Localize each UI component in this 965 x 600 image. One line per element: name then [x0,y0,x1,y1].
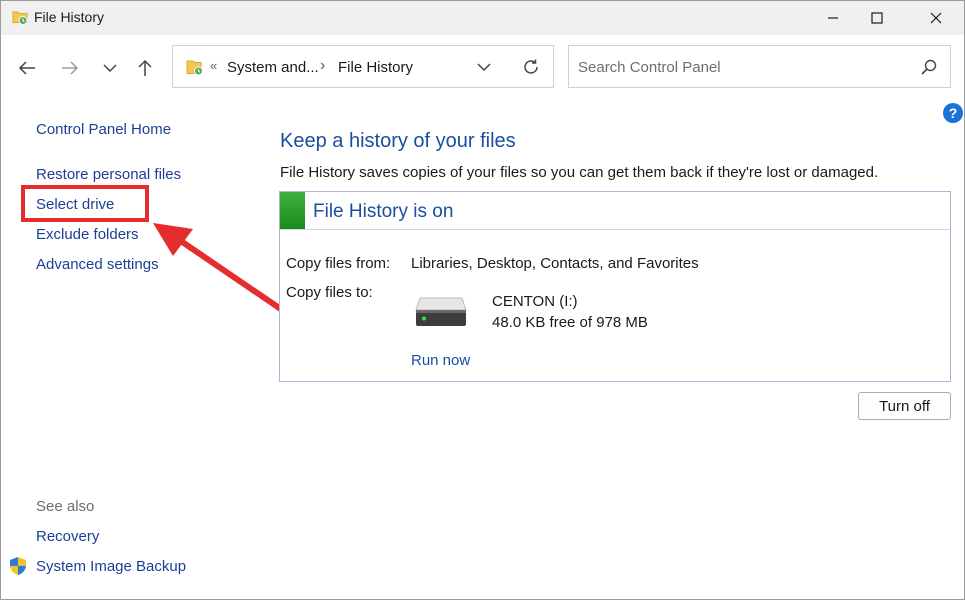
search-input[interactable]: Search Control Panel [568,45,951,88]
drive-icon [415,297,467,326]
close-icon [930,12,942,24]
page-description: File History saves copies of your files … [280,164,879,181]
status-indicator [280,192,305,229]
status-text: File History is on [313,201,454,222]
sidebar-item-restore-personal-files[interactable]: Restore personal files [36,166,181,183]
forward-arrow-icon [62,61,79,75]
copy-to-label: Copy files to: [286,284,373,301]
search-icon[interactable] [921,59,937,75]
breadcrumb-system[interactable]: System and... [227,59,319,76]
minimize-button[interactable] [810,1,856,35]
run-now-link[interactable]: Run now [411,352,470,369]
chevron-down-icon [103,64,117,73]
copy-from-label: Copy files from: [286,255,391,272]
sidebar-control-panel-home[interactable]: Control Panel Home [36,121,171,138]
see-also-heading: See also [36,498,95,515]
window-title: File History [34,9,105,25]
uac-shield-icon [10,557,26,575]
address-dropdown-icon[interactable] [476,60,492,74]
file-history-status-panel: File History is on Copy files from: Libr… [279,191,951,382]
maximize-icon [871,12,883,24]
back-button[interactable] [14,55,40,81]
see-also-system-image-backup[interactable]: System Image Backup [36,558,186,575]
status-header: File History is on [280,192,950,230]
annotation-arrow [153,223,294,319]
copy-from-value: Libraries, Desktop, Contacts, and Favori… [411,255,699,272]
minimize-icon [828,17,838,19]
title-bar: File History [1,1,964,35]
up-button[interactable] [132,55,158,81]
breadcrumb-file-history[interactable]: File History [338,59,413,76]
see-also-recovery[interactable]: Recovery [36,528,99,545]
help-button[interactable]: ? [943,103,963,123]
forward-button[interactable] [57,55,83,81]
back-arrow-icon [18,61,35,75]
refresh-icon[interactable] [522,58,540,76]
sidebar-item-exclude-folders[interactable]: Exclude folders [36,226,139,243]
maximize-button[interactable] [854,1,900,35]
up-arrow-icon [138,59,152,76]
recent-locations-button[interactable] [97,55,123,81]
annotation-highlight-box [21,185,149,222]
page-title: Keep a history of your files [280,130,516,152]
address-bar[interactable]: « System and... › File History [172,45,554,88]
close-button[interactable] [913,1,959,35]
file-history-folder-icon [186,60,203,76]
drive-name: CENTON (I:) [492,293,578,310]
breadcrumb-overflow-icon[interactable]: « [210,58,217,73]
breadcrumb-chevron-icon[interactable]: › [320,57,325,75]
file-history-window: File History « System and... › File Hist… [0,0,965,600]
drive-free-space: 48.0 KB free of 978 MB [492,314,648,331]
file-history-icon [12,11,28,25]
turn-off-button[interactable]: Turn off [858,392,951,420]
search-placeholder: Search Control Panel [578,59,721,76]
